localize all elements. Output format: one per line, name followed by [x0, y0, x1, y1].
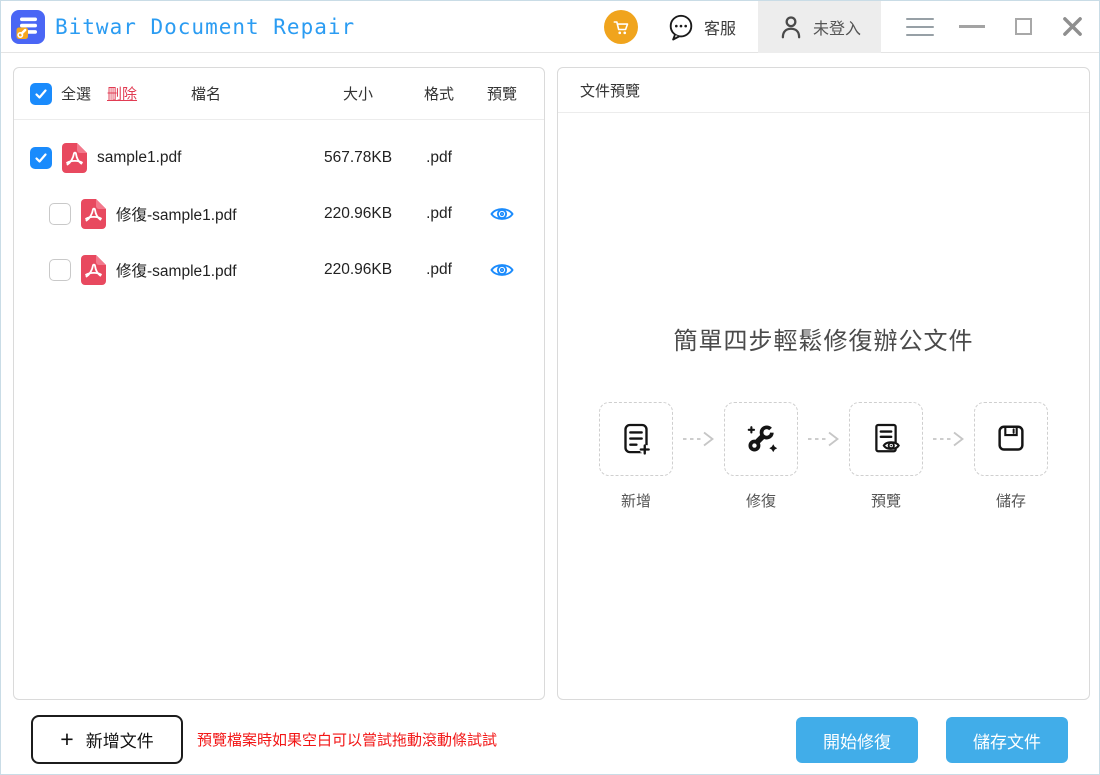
hamburger-icon [906, 18, 934, 20]
check-icon [34, 87, 48, 101]
preview-document-icon [849, 402, 923, 476]
file-size: 220.96KB [312, 261, 404, 279]
bitwar-document-repair-window: { "window": { "title": "Bitwar Document … [0, 0, 1100, 775]
check-icon [34, 151, 48, 165]
column-header-preview: 預覽 [474, 83, 530, 104]
add-document-icon [599, 402, 673, 476]
titlebar: Bitwar Document Repair 客服 未登入 [1, 1, 1099, 53]
file-size: 220.96KB [312, 205, 404, 223]
login-label: 未登入 [813, 15, 861, 39]
file-checkbox[interactable] [49, 203, 71, 225]
plus-icon: + [60, 728, 73, 751]
store-cart-button[interactable] [604, 10, 638, 44]
step-label: 新增 [621, 490, 651, 511]
repair-wrench-icon [724, 402, 798, 476]
save-floppy-icon [974, 402, 1048, 476]
step-add: 新增 [599, 402, 673, 511]
select-all-label: 全選 [61, 83, 91, 104]
step-preview: 預覽 [849, 402, 923, 511]
file-format: .pdf [404, 149, 474, 167]
file-row: sample1.pdf 567.78KB .pdf [14, 130, 544, 186]
file-list-panel: 全選 刪除 檔名 大小 格式 預覽 sample1.pdf 567.78KB [13, 67, 545, 700]
pdf-file-icon [80, 199, 106, 229]
step-label: 修復 [746, 490, 776, 511]
preview-eye-button[interactable] [490, 261, 514, 279]
column-header-size: 大小 [312, 83, 404, 104]
preview-eye-button[interactable] [490, 205, 514, 223]
customer-service-label: 客服 [704, 15, 736, 39]
step-arrow-icon [923, 402, 974, 476]
file-size: 567.78KB [312, 149, 404, 167]
steps-row: 新增 修復 [558, 402, 1089, 511]
file-list-header: 全選 刪除 檔名 大小 格式 預覽 [14, 68, 544, 120]
file-name: sample1.pdf [97, 149, 181, 167]
minimize-icon [959, 25, 985, 28]
preview-panel: 文件預覽 簡單四步輕鬆修復辦公文件 新增 [557, 67, 1090, 700]
file-checkbox[interactable] [49, 259, 71, 281]
file-checkbox[interactable] [30, 147, 52, 169]
maximize-button[interactable] [1015, 18, 1032, 35]
login-button[interactable]: 未登入 [758, 1, 881, 53]
close-icon [1062, 16, 1083, 37]
pdf-file-icon [61, 143, 87, 173]
preview-panel-title: 文件預覽 [558, 68, 1089, 113]
file-rows: sample1.pdf 567.78KB .pdf 修復-sample1.pdf… [14, 120, 544, 298]
step-label: 儲存 [996, 490, 1026, 511]
cart-icon [611, 17, 631, 37]
pdf-file-icon [80, 255, 106, 285]
person-icon [778, 14, 804, 40]
step-save: 儲存 [974, 402, 1048, 511]
step-label: 預覽 [871, 490, 901, 511]
minimize-button[interactable] [959, 25, 985, 28]
maximize-icon [1015, 18, 1032, 35]
start-repair-button[interactable]: 開始修復 [796, 717, 918, 763]
step-repair: 修復 [724, 402, 798, 511]
chat-bubble-icon [666, 12, 696, 42]
file-row: 修復-sample1.pdf 220.96KB .pdf [14, 242, 544, 298]
customer-service-button[interactable]: 客服 [666, 12, 736, 42]
file-format: .pdf [404, 261, 474, 279]
preview-hint-text: 預覽檔案時如果空白可以嘗試拖動滾動條試試 [197, 715, 497, 764]
column-header-name: 檔名 [191, 83, 221, 104]
column-header-format: 格式 [404, 83, 474, 104]
file-row: 修復-sample1.pdf 220.96KB .pdf [14, 186, 544, 242]
close-button[interactable] [1062, 16, 1083, 37]
add-file-label: 新增文件 [86, 727, 154, 752]
select-all-checkbox[interactable] [30, 83, 52, 105]
add-file-button[interactable]: + 新增文件 [31, 715, 183, 764]
save-file-button[interactable]: 儲存文件 [946, 717, 1068, 763]
step-arrow-icon [798, 402, 849, 476]
app-logo-icon [11, 10, 45, 44]
file-format: .pdf [404, 205, 474, 223]
file-name: 修復-sample1.pdf [116, 259, 237, 281]
file-name: 修復-sample1.pdf [116, 203, 237, 225]
eye-icon [490, 261, 514, 279]
app-title: Bitwar Document Repair [55, 15, 355, 39]
step-arrow-icon [673, 402, 724, 476]
eye-icon [490, 205, 514, 223]
steps-headline: 簡單四步輕鬆修復辦公文件 [558, 321, 1089, 356]
delete-link[interactable]: 刪除 [107, 83, 137, 104]
menu-button[interactable] [906, 18, 934, 36]
